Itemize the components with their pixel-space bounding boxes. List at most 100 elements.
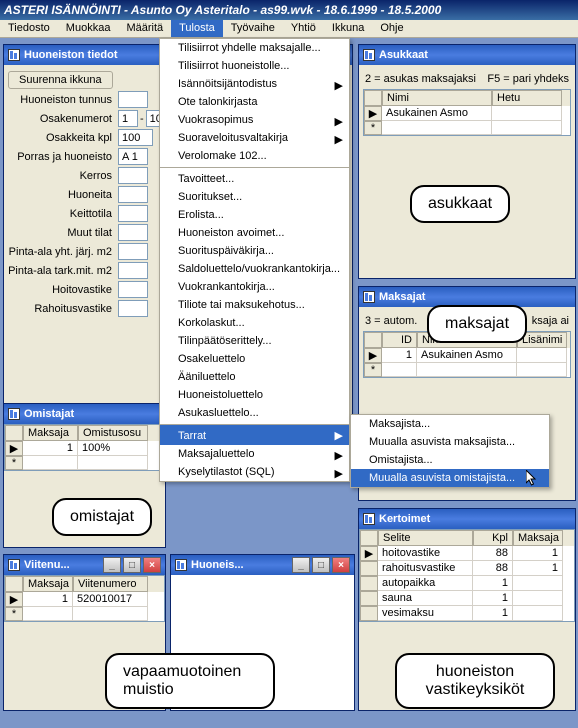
menu-item[interactable]: Tiliote tai maksukehotus... <box>160 296 349 314</box>
app-icon <box>363 291 375 303</box>
minimize-button[interactable]: _ <box>292 557 310 573</box>
menu-item[interactable]: Huoneiston avoimet... <box>160 224 349 242</box>
app-icon <box>8 559 20 571</box>
suurenna-button[interactable]: Suurenna ikkuna <box>8 71 113 89</box>
window-title: Omistajat <box>24 408 161 420</box>
app-titlebar: ASTERI ISÄNNÖINTI - Asunto Oy Asteritalo… <box>0 0 578 20</box>
menu-ohje[interactable]: Ohje <box>372 20 411 37</box>
label-tunnus: Huoneiston tunnus <box>8 94 118 106</box>
menu-item[interactable]: Suorituspäiväkirja... <box>160 242 349 260</box>
app-icon <box>175 559 187 571</box>
callout-vastike: huoneiston vastikeyksiköt <box>395 653 555 709</box>
menu-ikkuna[interactable]: Ikkuna <box>324 20 372 37</box>
menu-item[interactable]: Tavoitteet... <box>160 167 349 188</box>
grid-omistajat[interactable]: MaksajaOmistusosu ▶1100% * <box>4 424 165 471</box>
window-title: Kertoimet <box>379 513 571 525</box>
menu-item[interactable]: Tilisiirrot yhdelle maksajalle... <box>160 39 349 57</box>
menu-item[interactable]: Asukasluettelo... <box>160 404 349 422</box>
label-rahoitus: Rahoitusvastike <box>8 303 118 315</box>
input-huoneita[interactable] <box>118 186 148 203</box>
menu-item[interactable]: Verolomake 102... <box>160 147 349 165</box>
menu-tyovaihe[interactable]: Työvaihe <box>223 20 283 37</box>
maximize-button[interactable]: □ <box>123 557 141 573</box>
input-kpl[interactable] <box>118 129 153 146</box>
menu-item[interactable]: Tarrat▶ <box>160 424 349 445</box>
app-icon <box>8 49 20 61</box>
window-asukkaat: Asukkaat 2 = asukas maksajaksi F5 = pari… <box>358 44 576 279</box>
close-button[interactable]: × <box>332 557 350 573</box>
callout-maksajat: maksajat <box>427 305 527 343</box>
submenu-tarrat: Maksajista...Muualla asuvista maksajista… <box>350 414 550 488</box>
menu-tiedosto[interactable]: Tiedosto <box>0 20 58 37</box>
submenu-item[interactable]: Muualla asuvista maksajista... <box>351 433 549 451</box>
menu-tulosta[interactable]: Tulosta <box>171 20 223 37</box>
app-icon <box>8 408 20 420</box>
callout-omistajat: omistajat <box>52 498 152 536</box>
menu-item[interactable]: Korkolaskut... <box>160 314 349 332</box>
input-porras[interactable] <box>118 148 148 165</box>
callout-muistio: vapaamuotoinen muistio <box>105 653 275 709</box>
callout-asukkaat: asukkaat <box>410 185 510 223</box>
menu-maarita[interactable]: Määritä <box>118 20 171 37</box>
label-osake: Osakenumerot <box>8 113 118 125</box>
app-icon <box>363 49 375 61</box>
window-title: Huoneis... <box>191 559 292 571</box>
mouse-cursor <box>526 470 538 488</box>
grid-viitenu[interactable]: MaksajaViitenumero ▶1520010017 * <box>4 575 165 622</box>
submenu-item[interactable]: Omistajista... <box>351 451 549 469</box>
minimize-button[interactable]: _ <box>103 557 121 573</box>
menu-item[interactable]: Suoraveloitusvaltakirja▶ <box>160 129 349 147</box>
input-rahoitus[interactable] <box>118 300 148 317</box>
input-tunnus[interactable] <box>118 91 148 108</box>
grid-kertoimet[interactable]: SeliteKplMaksaja ▶hoitovastike881 rahoit… <box>359 529 575 622</box>
menu-item[interactable]: Maksajaluettelo▶ <box>160 445 349 463</box>
menu-item[interactable]: Huoneistoluettelo <box>160 386 349 404</box>
input-kerros[interactable] <box>118 167 148 184</box>
menu-yhtio[interactable]: Yhtiö <box>283 20 324 37</box>
menu-item[interactable]: Isännöitsijäntodistus▶ <box>160 75 349 93</box>
menubar: Tiedosto Muokkaa Määritä Tulosta Työvaih… <box>0 20 578 38</box>
window-title: Asukkaat <box>379 49 571 61</box>
menu-item[interactable]: Erolista... <box>160 206 349 224</box>
legend-right: ksaja ai <box>532 315 569 327</box>
menu-item[interactable]: Osakeluettelo <box>160 350 349 368</box>
label-pay: Pinta-ala yht. järj. m2 <box>8 246 118 258</box>
grid-asukkaat[interactable]: NimiHetu ▶Asukainen Asmo * <box>363 89 571 136</box>
menu-item[interactable]: Saldoluettelo/vuokrankantokirja... <box>160 260 349 278</box>
menu-item[interactable]: Kyselytilastot (SQL)▶ <box>160 463 349 481</box>
label-porras: Porras ja huoneisto <box>8 151 118 163</box>
input-pat[interactable] <box>118 262 148 279</box>
legend-three: 3 = autom. <box>365 315 417 327</box>
legend-f5: F5 = pari yhdeks <box>487 73 569 85</box>
menu-item[interactable]: Suoritukset... <box>160 188 349 206</box>
label-hoito: Hoitovastike <box>8 284 118 296</box>
label-kpl: Osakkeita kpl <box>8 132 118 144</box>
menu-item[interactable]: Ääniluettelo <box>160 368 349 386</box>
dropdown-tulosta: Tilisiirrot yhdelle maksajalle...Tilisii… <box>159 38 350 482</box>
legend-two: 2 = asukas maksajaksi <box>365 73 476 85</box>
window-title: Maksajat <box>379 291 571 303</box>
label-pat: Pinta-ala tark.mit. m2 <box>8 265 118 277</box>
submenu-item[interactable]: Muualla asuvista omistajista... <box>351 469 549 487</box>
menu-muokkaa[interactable]: Muokkaa <box>58 20 119 37</box>
input-pay[interactable] <box>118 243 148 260</box>
app-icon <box>363 513 375 525</box>
label-kerros: Kerros <box>8 170 118 182</box>
menu-item[interactable]: Tilisiirrot huoneistolle... <box>160 57 349 75</box>
mdi-area: Huoneiston tiedot Suurenna ikkuna Huonei… <box>0 38 578 728</box>
window-title: Viitenu... <box>24 559 103 571</box>
label-huoneita: Huoneita <box>8 189 118 201</box>
input-osake-from[interactable] <box>118 110 138 127</box>
maximize-button[interactable]: □ <box>312 557 330 573</box>
input-hoito[interactable] <box>118 281 148 298</box>
input-keittotila[interactable] <box>118 205 148 222</box>
close-button[interactable]: × <box>143 557 161 573</box>
label-keittotila: Keittotila <box>8 208 118 220</box>
label-muut: Muut tilat <box>8 227 118 239</box>
menu-item[interactable]: Ote talonkirjasta <box>160 93 349 111</box>
input-muut[interactable] <box>118 224 148 241</box>
menu-item[interactable]: Vuokrasopimus▶ <box>160 111 349 129</box>
submenu-item[interactable]: Maksajista... <box>351 415 549 433</box>
menu-item[interactable]: Vuokrankantokirja... <box>160 278 349 296</box>
menu-item[interactable]: Tilinpäätöserittely... <box>160 332 349 350</box>
